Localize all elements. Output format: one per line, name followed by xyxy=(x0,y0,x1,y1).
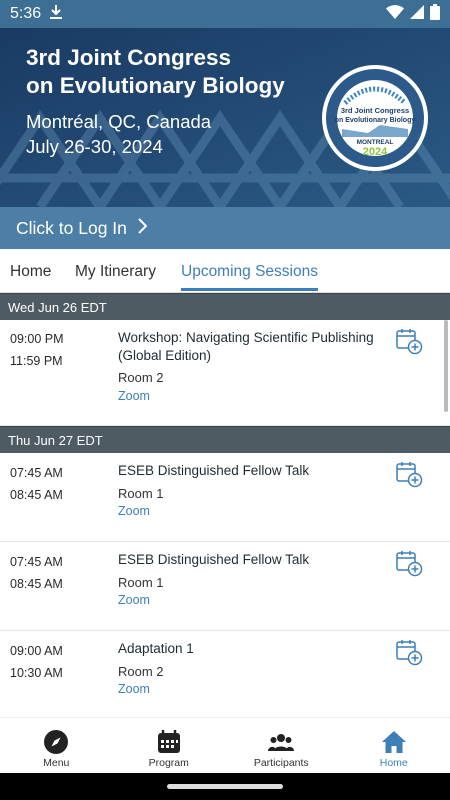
session-times: 09:00 AM 10:30 AM xyxy=(10,644,63,688)
session-room: Room 1 xyxy=(118,575,164,590)
nav-home[interactable]: Home xyxy=(338,718,450,773)
svg-text:2024: 2024 xyxy=(363,146,388,158)
session-zoom-link[interactable]: Zoom xyxy=(118,389,150,403)
banner-title: 3rd Joint Congress on Evolutionary Biolo… xyxy=(26,44,285,100)
banner-location: Montréal, QC, Canada xyxy=(26,111,212,132)
session-row[interactable]: 07:45 AM 08:45 AM ESEB Distinguished Fel… xyxy=(0,542,450,631)
banner-dates: July 26-30, 2024 xyxy=(26,136,163,157)
nav-program-label: Program xyxy=(148,757,189,769)
add-to-calendar-icon[interactable] xyxy=(395,549,423,577)
nav-home-label: Home xyxy=(379,757,408,769)
svg-text:3rd Joint Congress: 3rd Joint Congress xyxy=(341,106,409,115)
session-start: 09:00 AM xyxy=(10,644,63,658)
svg-text:MONTREAL: MONTREAL xyxy=(357,139,394,146)
add-to-calendar-icon[interactable] xyxy=(395,460,423,488)
status-time: 5:36 xyxy=(10,5,42,22)
session-start: 09:00 PM xyxy=(10,332,64,346)
svg-text:on Evolutionary Biology: on Evolutionary Biology xyxy=(335,117,416,124)
session-row[interactable]: 09:00 PM 11:59 PM Workshop: Navigating S… xyxy=(0,320,450,426)
add-to-calendar-icon[interactable] xyxy=(395,638,423,666)
nav-participants-label: Participants xyxy=(253,757,309,769)
tab-bar: Home My Itinerary Upcoming Sessions xyxy=(0,249,450,293)
banner-subtitle: Montréal, QC, Canada July 26-30, 2024 xyxy=(26,109,211,159)
session-start: 07:45 AM xyxy=(10,555,63,569)
session-title[interactable]: ESEB Distinguished Fellow Talk xyxy=(118,462,393,480)
session-title[interactable]: ESEB Distinguished Fellow Talk xyxy=(118,551,393,569)
chevron-right-icon xyxy=(137,217,148,239)
session-start: 07:45 AM xyxy=(10,466,63,480)
wifi-icon xyxy=(386,5,404,23)
session-zoom-link[interactable]: Zoom xyxy=(118,593,150,607)
tab-upcoming-sessions[interactable]: Upcoming Sessions xyxy=(181,261,318,281)
session-times: 07:45 AM 08:45 AM xyxy=(10,555,63,599)
active-tab-indicator xyxy=(181,288,318,291)
session-list[interactable]: Wed Jun 26 EDT 09:00 PM 11:59 PM Worksho… xyxy=(0,293,450,717)
session-end: 10:30 AM xyxy=(10,666,63,680)
home-indicator[interactable] xyxy=(167,784,283,789)
banner-title-line2: on Evolutionary Biology xyxy=(26,73,285,98)
tab-my-itinerary[interactable]: My Itinerary xyxy=(75,261,156,281)
home-icon xyxy=(381,731,406,753)
nav-menu[interactable]: Menu xyxy=(0,718,113,773)
day-header: Thu Jun 27 EDT xyxy=(0,426,450,453)
session-title[interactable]: Workshop: Navigating Scientific Publishi… xyxy=(118,329,393,365)
session-zoom-link[interactable]: Zoom xyxy=(118,504,150,518)
add-to-calendar-icon[interactable] xyxy=(395,327,423,355)
session-end: 08:45 AM xyxy=(10,577,63,591)
people-icon xyxy=(268,734,295,751)
system-nav-bar xyxy=(0,773,450,800)
nav-program[interactable]: Program xyxy=(113,718,226,773)
status-bar: 5:36 xyxy=(0,0,450,28)
day-header: Wed Jun 26 EDT xyxy=(0,293,450,320)
conference-banner: 3rd Joint Congress on Evolutionary Biolo… xyxy=(0,28,450,207)
session-zoom-link[interactable]: Zoom xyxy=(118,682,150,696)
list-scrollbar[interactable] xyxy=(444,320,448,412)
session-room: Room 2 xyxy=(118,664,164,679)
bottom-nav: Menu Program Participants Home xyxy=(0,717,450,773)
login-button[interactable]: Click to Log In xyxy=(0,207,450,249)
session-end: 08:45 AM xyxy=(10,488,63,502)
session-end: 11:59 PM xyxy=(10,354,63,368)
session-room: Room 1 xyxy=(118,486,164,501)
compass-icon xyxy=(44,730,69,754)
download-icon xyxy=(49,4,63,24)
session-row[interactable]: 07:45 AM 08:45 AM ESEB Distinguished Fel… xyxy=(0,453,450,542)
session-times: 09:00 PM 11:59 PM xyxy=(10,332,64,376)
banner-title-line1: 3rd Joint Congress xyxy=(26,45,232,70)
session-times: 07:45 AM 08:45 AM xyxy=(10,466,63,510)
battery-icon xyxy=(430,4,440,24)
conference-seal-logo: 3rd Joint Congress on Evolutionary Biolo… xyxy=(322,65,428,171)
signal-icon xyxy=(410,5,424,23)
tab-home[interactable]: Home xyxy=(10,261,51,281)
calendar-icon xyxy=(157,730,180,753)
nav-participants[interactable]: Participants xyxy=(225,718,338,773)
nav-menu-label: Menu xyxy=(43,757,70,769)
login-label: Click to Log In xyxy=(16,217,127,238)
session-row[interactable]: 09:00 AM 10:30 AM Adaptation 1 Room 2 Zo… xyxy=(0,631,450,717)
session-title[interactable]: Adaptation 1 xyxy=(118,640,393,658)
session-room: Room 2 xyxy=(118,370,164,385)
